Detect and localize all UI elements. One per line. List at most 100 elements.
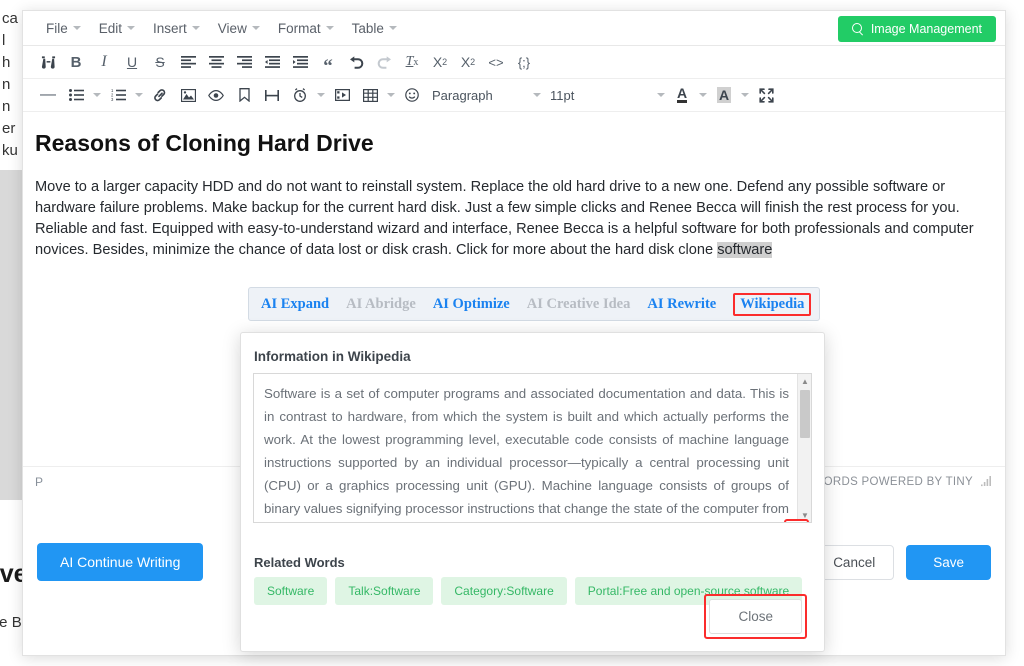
chevron-down-icon bbox=[251, 26, 260, 30]
format-select-chevron-down-icon[interactable] bbox=[530, 82, 544, 108]
text-color-chevron-down-icon[interactable] bbox=[696, 82, 710, 108]
page-break-icon[interactable] bbox=[258, 82, 286, 108]
datetime-chevron-down-icon[interactable] bbox=[314, 82, 328, 108]
menu-item-view[interactable]: View bbox=[209, 18, 269, 39]
indent-icon[interactable] bbox=[286, 49, 314, 75]
chevron-up-icon[interactable]: ▲ bbox=[798, 374, 811, 388]
document-body-text: Move to a larger capacity HDD and do not… bbox=[35, 179, 974, 258]
undo-icon[interactable] bbox=[342, 49, 370, 75]
menu-item-edit-label: Edit bbox=[98, 20, 123, 36]
chevron-down-icon bbox=[325, 26, 334, 30]
redo-icon[interactable] bbox=[370, 49, 398, 75]
fontsize-select[interactable]: 11pt bbox=[544, 82, 654, 108]
menu-item-format-label: Format bbox=[277, 20, 321, 36]
image-management-button[interactable]: Image Management bbox=[837, 16, 996, 42]
horizontal-rule-icon[interactable]: — bbox=[34, 82, 62, 108]
chevron-down-icon bbox=[127, 26, 136, 30]
related-word-tag[interactable]: Category:Software bbox=[441, 577, 567, 605]
table-icon[interactable] bbox=[356, 82, 384, 108]
menubar: File Edit Insert View Format Table Image… bbox=[23, 11, 1005, 46]
toolbar-row-1: B I U S “ T x X 2 X 2 <> {;} bbox=[23, 46, 1005, 79]
blockquote-icon[interactable]: “ bbox=[314, 49, 342, 76]
selected-word[interactable]: software bbox=[717, 242, 773, 258]
format-select-label: Paragraph bbox=[432, 87, 493, 103]
chevron-down-icon bbox=[191, 26, 200, 30]
ai-continue-writing-button[interactable]: AI Continue Writing bbox=[37, 543, 204, 581]
cancel-button[interactable]: Cancel bbox=[814, 544, 895, 580]
link-icon[interactable] bbox=[146, 82, 174, 108]
background-color-button[interactable]: A bbox=[710, 82, 738, 108]
wikipedia-option[interactable]: Wikipedia bbox=[733, 292, 812, 316]
code-sample-icon[interactable]: {;} bbox=[510, 49, 538, 75]
chevron-down-icon bbox=[388, 26, 397, 30]
ai-expand-option[interactable]: AI Expand bbox=[261, 296, 329, 313]
text-color-button[interactable]: A bbox=[668, 82, 696, 108]
source-code-icon[interactable]: <> bbox=[482, 49, 510, 75]
insert-datetime-icon[interactable] bbox=[286, 82, 314, 108]
bookmark-icon[interactable] bbox=[230, 82, 258, 108]
preview-icon[interactable] bbox=[202, 82, 230, 108]
ai-rewrite-option[interactable]: AI Rewrite bbox=[647, 296, 716, 313]
numbered-list-chevron-down-icon[interactable] bbox=[132, 82, 146, 108]
subscript-icon[interactable]: X2 bbox=[426, 49, 454, 75]
find-replace-icon[interactable] bbox=[34, 49, 62, 75]
bold-icon[interactable]: B bbox=[62, 49, 90, 75]
menu-item-table-label: Table bbox=[351, 20, 384, 36]
numbered-list-icon[interactable]: 1 2 3 bbox=[104, 82, 132, 108]
format-select[interactable]: Paragraph bbox=[426, 82, 530, 108]
clear-formatting-icon[interactable]: Tx bbox=[398, 49, 426, 75]
scrollbar-thumb[interactable] bbox=[800, 390, 810, 438]
bullet-list-chevron-down-icon[interactable] bbox=[90, 82, 104, 108]
align-right-icon[interactable] bbox=[230, 49, 258, 75]
toolbar-row-2: — 1 2 3 Paragraph 11pt A A bbox=[23, 79, 1005, 112]
emoticon-icon[interactable] bbox=[398, 82, 426, 108]
chevron-down-icon bbox=[72, 26, 81, 30]
wikipedia-dialog-title: Information in Wikipedia bbox=[254, 349, 411, 364]
insert-image-icon[interactable] bbox=[174, 82, 202, 108]
ai-abridge-option: AI Abridge bbox=[346, 295, 416, 312]
resize-grip-icon[interactable] bbox=[981, 476, 993, 488]
menu-item-insert-label: Insert bbox=[153, 20, 187, 36]
image-management-label: Image Management bbox=[870, 22, 982, 36]
table-chevron-down-icon[interactable] bbox=[384, 82, 398, 108]
superscript-icon[interactable]: X2 bbox=[454, 49, 482, 75]
related-word-tag[interactable]: Talk:Software bbox=[335, 577, 434, 605]
menu-item-format[interactable]: Format bbox=[269, 18, 343, 39]
menu-item-file[interactable]: File bbox=[37, 18, 90, 39]
outdent-icon[interactable] bbox=[258, 49, 286, 75]
background-color-label: A bbox=[716, 87, 732, 103]
italic-icon[interactable]: I bbox=[90, 49, 118, 75]
document-title: Reasons of Cloning Hard Drive bbox=[35, 130, 374, 156]
wikipedia-dialog: Information in Wikipedia Software is a s… bbox=[240, 332, 825, 652]
wikipedia-scrollbar[interactable]: ▲ ▼ bbox=[797, 374, 811, 522]
insert-media-icon[interactable] bbox=[328, 82, 356, 108]
save-button[interactable]: Save bbox=[906, 544, 991, 580]
document-body: Move to a larger capacity HDD and do not… bbox=[35, 177, 993, 261]
ai-creative-idea-option: AI Creative Idea bbox=[526, 295, 631, 312]
fullscreen-icon[interactable] bbox=[752, 82, 780, 108]
align-left-icon[interactable] bbox=[174, 49, 202, 75]
background-color-chevron-down-icon[interactable] bbox=[738, 82, 752, 108]
menu-item-insert[interactable]: Insert bbox=[144, 18, 209, 39]
svg-text:3: 3 bbox=[111, 97, 114, 101]
menu-item-edit[interactable]: Edit bbox=[90, 18, 144, 39]
strikethrough-icon[interactable]: S bbox=[146, 49, 174, 75]
related-words-title: Related Words bbox=[254, 555, 345, 570]
related-word-tag[interactable]: Software bbox=[254, 577, 328, 605]
fontsize-select-label: 11pt bbox=[550, 87, 575, 103]
close-button[interactable]: Close bbox=[709, 599, 802, 634]
underline-icon[interactable]: U bbox=[118, 49, 146, 75]
ai-toolbar: AI Expand AI Abridge AI Optimize AI Crea… bbox=[248, 287, 821, 321]
wikipedia-text: Software is a set of computer programs a… bbox=[264, 386, 789, 516]
text-color-label: A bbox=[676, 85, 688, 103]
align-center-icon[interactable] bbox=[202, 49, 230, 75]
menu-item-view-label: View bbox=[217, 20, 247, 36]
wikipedia-text-container[interactable]: Software is a set of computer programs a… bbox=[253, 373, 812, 523]
element-path[interactable]: P bbox=[35, 475, 43, 489]
bullet-list-icon[interactable] bbox=[62, 82, 90, 108]
ai-optimize-option[interactable]: AI Optimize bbox=[433, 296, 510, 313]
menu-item-table[interactable]: Table bbox=[343, 18, 406, 39]
menu-item-file-label: File bbox=[46, 20, 68, 36]
fontsize-select-chevron-down-icon[interactable] bbox=[654, 82, 668, 108]
statusbar-right: 97 WORDS POWERED BY TINY bbox=[796, 476, 993, 488]
